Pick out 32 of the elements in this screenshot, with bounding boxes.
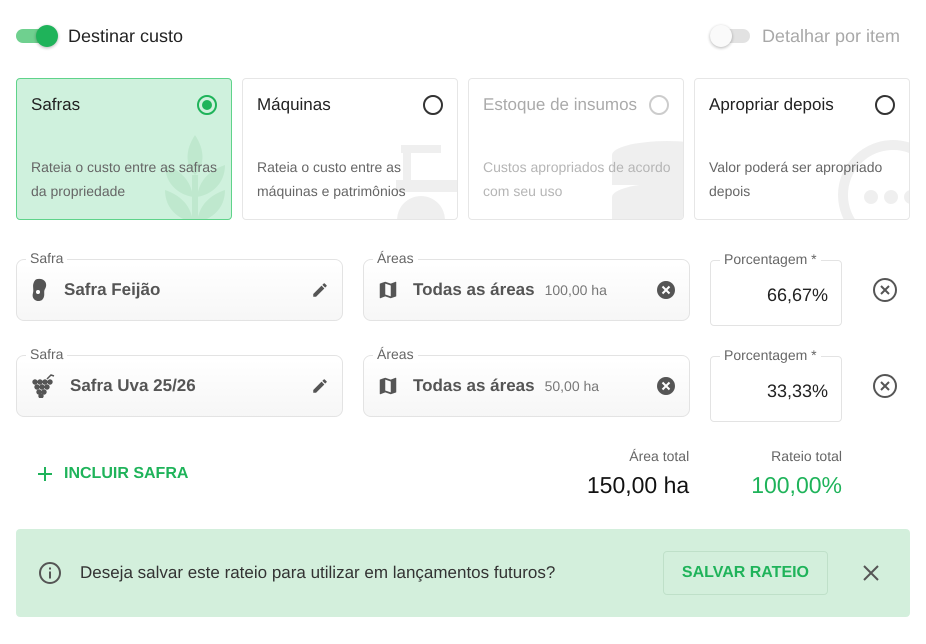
crop-name: Safra Feijão: [64, 280, 160, 300]
option-description: Custos apropriados de acordo com seu uso: [483, 158, 672, 201]
area-size: 100,00 ha: [544, 282, 607, 298]
percentage-field[interactable]: Porcentagem * 33,33%: [710, 344, 842, 422]
crop-field[interactable]: Safra Safra Uva 25/26: [16, 345, 343, 417]
option-title: Apropriar depois: [709, 95, 834, 115]
percentage-field[interactable]: Porcentagem * 66,67%: [710, 248, 842, 326]
option-description: Rateia o custo entre as máquinas e patrimônios: [257, 158, 407, 201]
area-size: 50,00 ha: [544, 378, 600, 394]
option-card[interactable]: Máquinas Rateia o custo entre as máquinas e patrimônios: [242, 78, 458, 220]
total-value: 100,00%: [751, 472, 842, 499]
crop-name: Safra Uva 25/26: [70, 376, 196, 396]
total-label: Rateio total: [771, 448, 842, 464]
total-label: Área total: [629, 448, 690, 464]
option-title: Estoque de insumos: [483, 95, 638, 115]
areas-field[interactable]: Áreas Todas as áreas 100,00 ha: [363, 249, 690, 321]
option-card[interactable]: Safras Rateia o custo entre as safras da propriedade: [16, 78, 232, 220]
option-description: Rateia o custo entre as safras da propriedade: [31, 158, 218, 201]
areas-value: Todas as áreas: [413, 280, 535, 300]
banner-message: Deseja salvar este rateio para utilizar em lançamentos futuros?: [80, 563, 556, 583]
toggle-label: Detalhar por item: [762, 26, 900, 46]
areas-field[interactable]: Áreas Todas as áreas 50,00 ha: [363, 345, 690, 417]
percentage-value: 66,67%: [766, 284, 828, 306]
percentage-value: 33,33%: [766, 380, 828, 402]
total-value: 150,00 ha: [586, 472, 690, 499]
option-card[interactable]: Apropriar depois Valor poderá ser apropriado depois: [694, 78, 910, 220]
areas-value: Todas as áreas: [413, 376, 535, 396]
crop-field[interactable]: Safra Safra Feijão: [16, 249, 343, 321]
option-title: Máquinas: [257, 95, 331, 115]
option-title: Safras: [31, 95, 80, 115]
toggle-label: Destinar custo: [68, 26, 184, 46]
option-description: Valor poderá ser apropriado depois: [709, 158, 884, 201]
